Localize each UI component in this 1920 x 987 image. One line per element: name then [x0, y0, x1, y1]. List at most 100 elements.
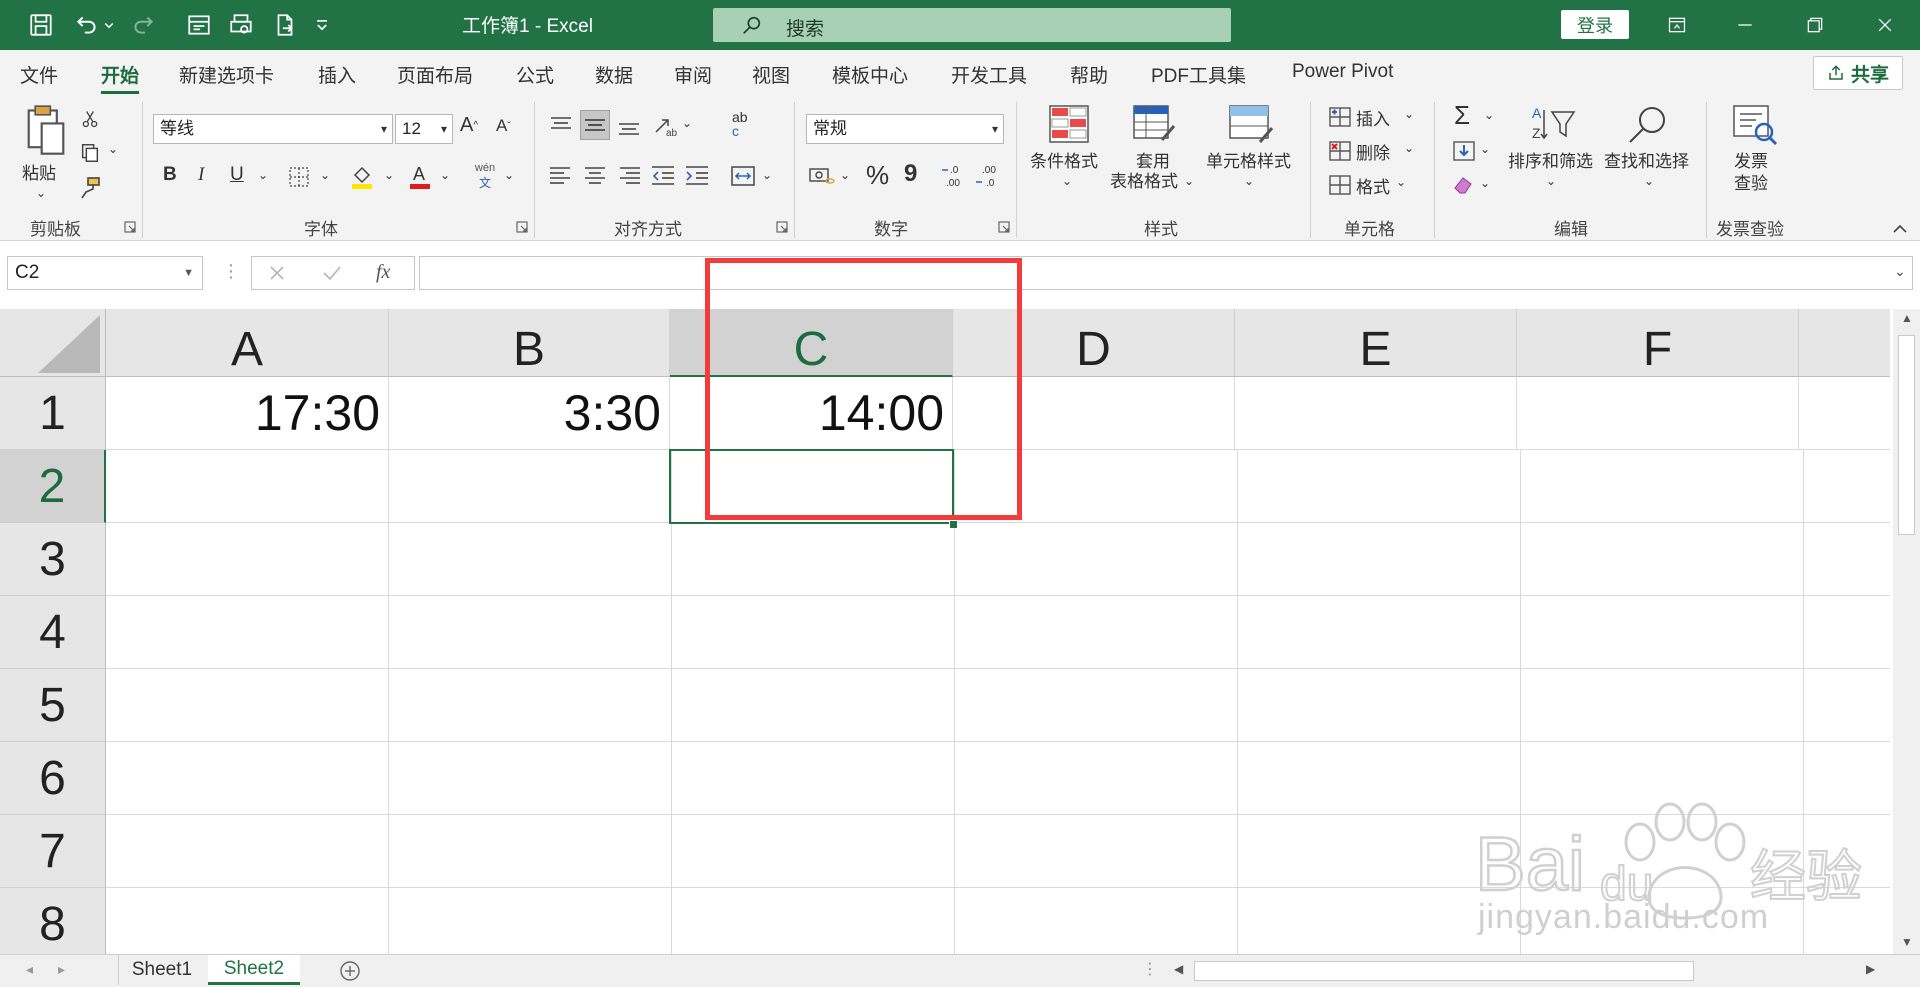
- clear-icon[interactable]: [1452, 174, 1476, 196]
- tab-template-center[interactable]: 模板中心: [832, 61, 908, 88]
- bold-button[interactable]: B: [163, 164, 177, 186]
- tab-data[interactable]: 数据: [595, 61, 633, 88]
- column-header-e[interactable]: E: [1235, 309, 1517, 377]
- column-header-b[interactable]: B: [389, 309, 670, 377]
- decrease-indent-icon[interactable]: [650, 164, 676, 186]
- comma-button[interactable]: 9: [904, 160, 917, 188]
- number-format-select[interactable]: 常规 ▾: [806, 114, 1004, 144]
- search-box[interactable]: 搜索: [713, 8, 1231, 42]
- alignment-launcher-icon[interactable]: [776, 221, 788, 233]
- orientation-icon[interactable]: ab: [652, 112, 680, 138]
- insert-function-icon[interactable]: fx: [376, 261, 390, 284]
- find-select-button[interactable]: 查找和选择 ⌄: [1602, 104, 1696, 208]
- insert-cells-icon[interactable]: [1328, 106, 1352, 128]
- sort-filter-button[interactable]: AZ 排序和筛选 ⌄: [1506, 104, 1598, 208]
- column-header-f[interactable]: F: [1517, 309, 1799, 377]
- autosum-icon[interactable]: Σ: [1454, 100, 1470, 131]
- wrap-text-button[interactable]: ab c: [732, 110, 760, 142]
- splitter-handle-icon[interactable]: ⋮: [1142, 959, 1158, 979]
- collapse-ribbon-icon[interactable]: [1892, 222, 1908, 234]
- formula-input[interactable]: [419, 256, 1913, 290]
- tab-home[interactable]: 开始: [101, 61, 140, 94]
- undo-icon[interactable]: [70, 8, 104, 42]
- paste-button[interactable]: 粘贴 ⌄: [18, 104, 74, 204]
- add-sheet-icon[interactable]: [339, 960, 361, 982]
- redo-icon[interactable]: [126, 8, 160, 42]
- form-icon[interactable]: [182, 8, 216, 42]
- ribbon-display-options-icon[interactable]: [1642, 0, 1712, 50]
- delete-cells-label[interactable]: 删除: [1356, 139, 1390, 164]
- number-launcher-icon[interactable]: [998, 221, 1010, 233]
- fill-color-icon[interactable]: [350, 164, 374, 190]
- tab-pdf-tools[interactable]: PDF工具集: [1151, 61, 1246, 88]
- vertical-scroll-thumb[interactable]: [1898, 335, 1915, 535]
- tab-review[interactable]: 审阅: [674, 61, 712, 88]
- clipboard-launcher-icon[interactable]: [124, 221, 136, 233]
- cell-f1[interactable]: [1517, 377, 1799, 450]
- cell-g1[interactable]: [1799, 377, 1890, 450]
- format-cells-label[interactable]: 格式: [1356, 173, 1390, 198]
- phonetic-dropdown-icon[interactable]: ⌄: [504, 168, 514, 182]
- font-name-select[interactable]: 等线 ▾: [153, 114, 393, 144]
- fill-dropdown-icon[interactable]: ⌄: [1480, 142, 1490, 156]
- scroll-left-icon[interactable]: ◀: [1174, 962, 1183, 976]
- row-header-7[interactable]: 7: [0, 815, 106, 888]
- tab-developer[interactable]: 开发工具: [951, 61, 1027, 88]
- format-as-table-button[interactable]: 套用 表格格式 ⌄: [1108, 104, 1198, 208]
- cell-b1[interactable]: 3:30: [389, 377, 670, 450]
- vertical-scrollbar[interactable]: ▲ ▼: [1893, 309, 1920, 954]
- export-pdf-icon[interactable]: [268, 8, 302, 42]
- scroll-down-icon[interactable]: ▼: [1901, 935, 1913, 949]
- fill-color-dropdown-icon[interactable]: ⌄: [384, 168, 394, 182]
- print-preview-icon[interactable]: [224, 8, 258, 42]
- format-cells-icon[interactable]: [1328, 174, 1352, 196]
- clear-dropdown-icon[interactable]: ⌄: [1480, 176, 1490, 190]
- cut-icon[interactable]: [80, 108, 100, 130]
- increase-indent-icon[interactable]: [684, 164, 710, 186]
- cell-e1[interactable]: [1235, 377, 1517, 450]
- border-dropdown-icon[interactable]: ⌄: [320, 168, 330, 182]
- cell-a1[interactable]: 17:30: [106, 377, 389, 450]
- orientation-dropdown-icon[interactable]: ⌄: [682, 116, 692, 130]
- align-right-icon[interactable]: [616, 164, 642, 186]
- font-launcher-icon[interactable]: [516, 221, 528, 233]
- sheet-tab-sheet1[interactable]: Sheet1: [118, 955, 205, 985]
- tab-new-tab[interactable]: 新建选项卡: [179, 61, 274, 88]
- border-icon[interactable]: [288, 166, 310, 188]
- decrease-font-icon[interactable]: Aˇ: [496, 116, 511, 136]
- underline-button[interactable]: U: [230, 164, 244, 186]
- horizontal-scroll-thumb[interactable]: [1194, 961, 1694, 981]
- align-top-icon[interactable]: [548, 114, 574, 136]
- invoice-check-button[interactable]: 发票 查验: [1722, 104, 1788, 208]
- row-header-4[interactable]: 4: [0, 596, 106, 669]
- row-header-8[interactable]: 8: [0, 888, 106, 954]
- tab-insert[interactable]: 插入: [318, 61, 356, 88]
- phonetic-guide-button[interactable]: wén 文: [472, 162, 498, 192]
- horizontal-scrollbar[interactable]: ◀ ▶: [1166, 959, 1886, 983]
- save-icon[interactable]: [24, 8, 58, 42]
- enter-icon[interactable]: [322, 264, 342, 282]
- login-button[interactable]: 登录: [1561, 10, 1629, 39]
- align-left-icon[interactable]: [548, 164, 574, 186]
- select-all-corner[interactable]: [0, 309, 106, 377]
- tab-formulas[interactable]: 公式: [516, 61, 554, 88]
- font-color-dropdown-icon[interactable]: ⌄: [440, 168, 450, 182]
- expand-formula-bar-icon[interactable]: ⌄: [1894, 263, 1906, 280]
- tab-power-pivot[interactable]: Power Pivot: [1292, 61, 1393, 83]
- align-center-icon[interactable]: [582, 164, 608, 186]
- close-icon[interactable]: [1850, 0, 1920, 50]
- tab-file[interactable]: 文件: [20, 61, 58, 88]
- row-header-6[interactable]: 6: [0, 742, 106, 815]
- italic-button[interactable]: I: [198, 164, 204, 186]
- fill-icon[interactable]: [1452, 140, 1476, 162]
- restore-icon[interactable]: [1780, 0, 1850, 50]
- format-painter-icon[interactable]: [78, 176, 102, 200]
- autosum-dropdown-icon[interactable]: ⌄: [1484, 108, 1494, 122]
- accounting-dropdown-icon[interactable]: ⌄: [840, 168, 850, 182]
- row-header-3[interactable]: 3: [0, 523, 106, 596]
- scroll-right-icon[interactable]: ▶: [1866, 962, 1875, 976]
- merge-center-icon[interactable]: [730, 164, 756, 188]
- tab-view[interactable]: 视图: [752, 61, 790, 88]
- undo-dropdown-icon[interactable]: [100, 8, 118, 42]
- column-header-g[interactable]: [1799, 309, 1890, 377]
